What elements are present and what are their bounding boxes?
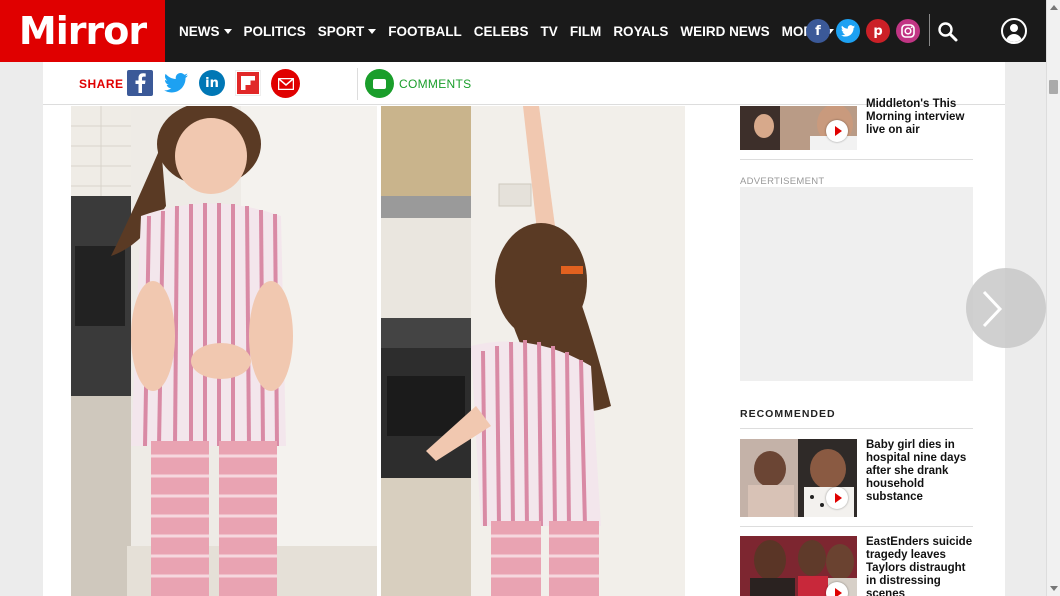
nav-item-label: CELEBS: [473, 23, 529, 39]
nav-item-label: ROYALS: [613, 23, 669, 39]
facebook-icon[interactable]: [127, 70, 153, 96]
story-thumbnail[interactable]: [740, 439, 857, 517]
flipboard-icon[interactable]: [235, 70, 261, 96]
comments-label: COMMENTS: [399, 76, 472, 91]
comment-icon: [365, 69, 394, 98]
twitter-icon[interactable]: [836, 19, 860, 43]
scroll-up-arrow[interactable]: [1050, 5, 1058, 10]
top-navigation-bar: Mirror NEWS POLITICS SPORT FOOTBALL CELE…: [0, 0, 1046, 62]
logo-text: Mirror: [18, 9, 147, 53]
instagram-icon[interactable]: [896, 19, 920, 43]
share-icons: in: [127, 69, 300, 98]
chevron-down-icon: [368, 28, 377, 34]
story-title[interactable]: Middleton's This Morning interview live …: [866, 98, 973, 150]
advertisement-label: ADVERTISEMENT: [740, 176, 825, 187]
social-links: f p: [806, 19, 920, 43]
nav-item-label: TV: [540, 23, 558, 39]
nav-item-sport[interactable]: SPORT: [318, 24, 377, 39]
nav-item-label: NEWS: [179, 23, 220, 39]
email-icon[interactable]: [271, 69, 300, 98]
story-title[interactable]: EastEnders suicide tragedy leaves Taylor…: [866, 536, 973, 596]
separator: [740, 526, 973, 527]
article-page: SHARE in COMMENTS Middleton's This Morni…: [43, 62, 1005, 596]
search-icon[interactable]: [937, 21, 959, 43]
scroll-down-arrow[interactable]: [1050, 586, 1058, 591]
chevron-right-icon: [982, 290, 1003, 328]
share-bar: SHARE in COMMENTS: [43, 62, 1005, 105]
page-scrollbar[interactable]: [1046, 0, 1060, 596]
nav-item-film[interactable]: FILM: [570, 24, 602, 39]
nav-item-label: FOOTBALL: [388, 23, 462, 39]
scroll-thumb[interactable]: [1049, 80, 1058, 94]
nav-item-tv[interactable]: TV: [541, 24, 558, 39]
play-icon: [826, 487, 848, 509]
user-account-icon[interactable]: [1001, 18, 1027, 44]
nav-item-label: SPORT: [317, 23, 365, 39]
share-divider: [357, 68, 358, 100]
mirror-logo[interactable]: Mirror: [0, 0, 165, 62]
separator: [740, 159, 973, 160]
main-nav: NEWS POLITICS SPORT FOOTBALL CELEBS TV F…: [179, 0, 846, 62]
story-title[interactable]: Baby girl dies in hospital nine days aft…: [866, 439, 973, 504]
nav-item-weird-news[interactable]: WEIRD NEWS: [680, 24, 769, 39]
nav-item-football[interactable]: FOOTBALL: [388, 24, 462, 39]
linkedin-icon[interactable]: in: [199, 70, 225, 96]
nav-item-news[interactable]: NEWS: [179, 24, 232, 39]
sidebar: Middleton's This Morning interview live …: [740, 98, 973, 596]
nav-item-royals[interactable]: ROYALS: [613, 24, 668, 39]
play-icon: [826, 120, 848, 142]
chevron-down-icon: [223, 28, 232, 34]
separator: [740, 428, 973, 429]
advertisement-slot[interactable]: [740, 187, 973, 381]
facebook-icon[interactable]: f: [806, 19, 830, 43]
comments-button[interactable]: COMMENTS: [365, 69, 471, 98]
recommended-heading: RECOMMENDED: [740, 408, 836, 420]
nav-item-label: FILM: [569, 23, 602, 39]
story-thumbnail[interactable]: [740, 106, 857, 150]
nav-item-label: POLITICS: [243, 23, 306, 39]
nav-divider: [929, 14, 930, 46]
share-label: SHARE: [79, 77, 124, 91]
twitter-icon[interactable]: [163, 70, 189, 96]
story-thumbnail[interactable]: [740, 536, 857, 596]
nav-item-label: WEIRD NEWS: [680, 23, 770, 39]
nav-item-politics[interactable]: POLITICS: [244, 24, 306, 39]
article-photo[interactable]: [71, 106, 685, 596]
pinterest-icon[interactable]: p: [866, 19, 890, 43]
next-story-button[interactable]: [966, 268, 1046, 348]
nav-item-celebs[interactable]: CELEBS: [474, 24, 529, 39]
